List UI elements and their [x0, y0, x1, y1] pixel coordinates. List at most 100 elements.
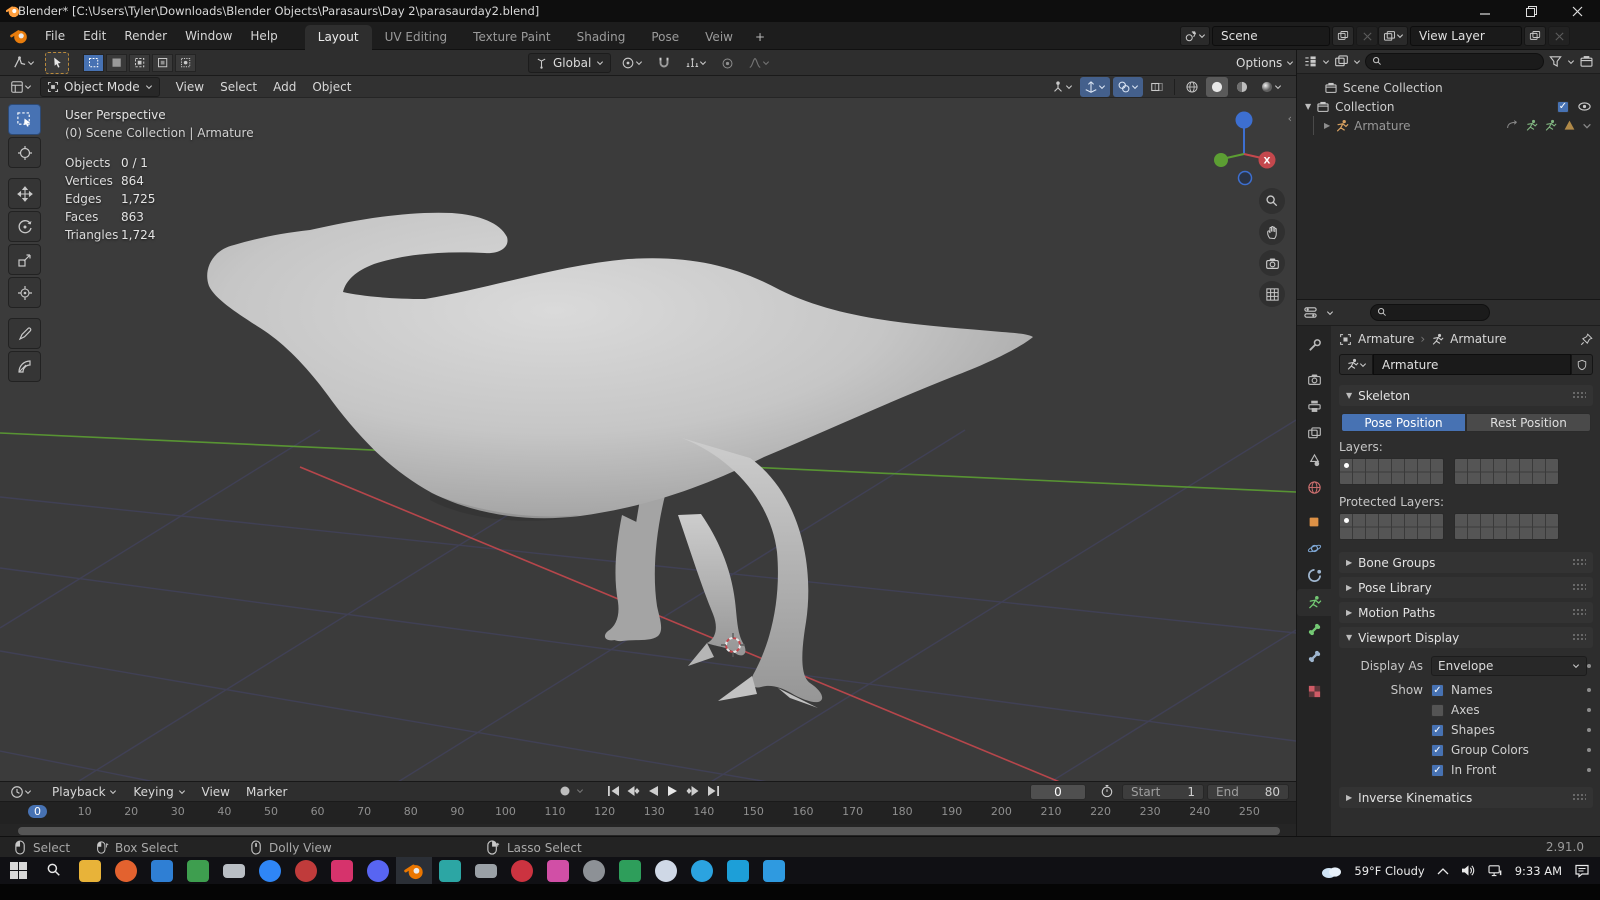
tool-move[interactable]: [8, 178, 41, 209]
panel-bone-groups[interactable]: ▶ Bone Groups: [1339, 552, 1593, 573]
taskbar-app-green[interactable]: [180, 857, 216, 884]
blender-logo-icon[interactable]: [10, 27, 28, 45]
view-layer-icon-button[interactable]: [1378, 26, 1408, 46]
maximize-button[interactable]: [1508, 0, 1554, 22]
tool-scale[interactable]: [8, 244, 41, 275]
tool-cursor[interactable]: [8, 137, 41, 168]
play-button[interactable]: [664, 783, 682, 799]
select-mode-tweak[interactable]: [83, 53, 104, 72]
animate-property-dot[interactable]: [1587, 664, 1591, 668]
checkbox-axes[interactable]: ✓: [1431, 703, 1444, 717]
timeline-editor-type-dropdown[interactable]: [6, 782, 36, 802]
rest-position-button[interactable]: Rest Position: [1466, 413, 1591, 432]
display-as-dropdown[interactable]: Envelope: [1431, 656, 1587, 676]
outliner-row-armature[interactable]: ▶ Armature: [1297, 116, 1600, 135]
current-frame-indicator[interactable]: 0: [28, 805, 47, 818]
options-dropdown[interactable]: Options: [1232, 53, 1298, 73]
tool-measure[interactable]: [8, 351, 41, 382]
frame-end-field[interactable]: End 80: [1207, 783, 1289, 800]
expand-triangle-icon[interactable]: ▶: [1324, 121, 1330, 130]
pin-icon[interactable]: [1580, 333, 1593, 346]
tool-annotate[interactable]: [8, 318, 41, 349]
taskbar-app-magenta[interactable]: [540, 857, 576, 884]
tab-object-data-armature[interactable]: [1297, 589, 1331, 616]
viewport-menu-object[interactable]: Object: [304, 77, 359, 97]
shading-wireframe-button[interactable]: [1181, 77, 1203, 97]
jump-to-prev-keyframe-button[interactable]: [624, 783, 642, 799]
timeline-menu-marker[interactable]: Marker: [238, 782, 295, 802]
new-view-layer-button[interactable]: [1524, 26, 1546, 46]
scene-name-field[interactable]: Scene: [1212, 26, 1330, 46]
taskbar-app-mail[interactable]: [144, 857, 180, 884]
overlays-dropdown[interactable]: [1113, 76, 1143, 97]
timeline-menu-keying[interactable]: Keying: [125, 782, 193, 802]
breadcrumb-data[interactable]: Armature: [1450, 332, 1506, 346]
tool-select-box[interactable]: [8, 104, 41, 135]
panel-skeleton[interactable]: ▼ Skeleton: [1339, 385, 1593, 406]
select-mode-lasso[interactable]: [152, 53, 173, 72]
tab-layout[interactable]: Layout: [304, 24, 372, 50]
zoom-button[interactable]: [1259, 188, 1285, 214]
new-scene-button[interactable]: [1332, 26, 1354, 46]
xray-toggle[interactable]: [1146, 77, 1168, 97]
transform-orientation-dropdown[interactable]: Global: [528, 53, 612, 73]
timeline-ruler[interactable]: 0 10 20 30 40 50 60 70 80 90 100 110 120…: [0, 801, 1296, 824]
tab-bone[interactable]: [1297, 616, 1331, 643]
close-button[interactable]: [1554, 0, 1600, 22]
viewport-menu-add[interactable]: Add: [265, 77, 304, 97]
taskbar-app-opera[interactable]: [504, 857, 540, 884]
auto-keying-button[interactable]: [556, 783, 574, 799]
tab-tool[interactable]: [1297, 332, 1331, 359]
taskbar-app-pink[interactable]: [324, 857, 360, 884]
menu-render[interactable]: Render: [115, 25, 176, 47]
taskbar-clock[interactable]: 9:33 AM: [1515, 864, 1562, 878]
pan-button[interactable]: [1259, 219, 1285, 245]
taskbar-app-blender-active[interactable]: [396, 857, 432, 884]
outliner-search-input[interactable]: [1365, 53, 1544, 70]
timeline-menu-playback[interactable]: Playback: [44, 782, 125, 802]
taskbar-app-file-explorer[interactable]: [72, 857, 108, 884]
chevron-down-icon[interactable]: [576, 787, 584, 795]
animate-property-dot[interactable]: [1587, 708, 1591, 712]
id-type-dropdown[interactable]: [1339, 354, 1373, 375]
gizmos-dropdown[interactable]: [1080, 76, 1110, 97]
checkbox-group-colors[interactable]: ✓: [1431, 743, 1444, 757]
tab-texture[interactable]: [1297, 678, 1331, 705]
protected-layers-grid-2[interactable]: [1454, 513, 1559, 540]
expand-triangle-icon[interactable]: ▼: [1305, 102, 1311, 111]
fake-user-shield-button[interactable]: [1571, 354, 1593, 375]
tool-transform[interactable]: [8, 277, 41, 308]
animate-property-dot[interactable]: [1587, 768, 1591, 772]
taskbar-search-button[interactable]: [36, 857, 72, 884]
tab-output[interactable]: [1297, 393, 1331, 420]
gizmo-z-axis[interactable]: [1235, 111, 1253, 129]
outliner-editor-icon[interactable]: [1303, 54, 1318, 69]
viewport-3d-canvas[interactable]: User Perspective (0) Scene Collection | …: [0, 98, 1296, 781]
animate-property-dot[interactable]: [1587, 748, 1591, 752]
tool-rotate[interactable]: [8, 211, 41, 242]
taskbar-weather[interactable]: 59°F Cloudy: [1354, 864, 1424, 878]
taskbar-app-browser-orange[interactable]: [108, 857, 144, 884]
outliner-row-collection[interactable]: ▼ Collection ✓: [1297, 97, 1600, 116]
scene-type-icon-button[interactable]: [1180, 26, 1210, 46]
camera-view-button[interactable]: [1259, 250, 1285, 276]
taskbar-app-messenger[interactable]: [252, 857, 288, 884]
select-mode-circle[interactable]: [129, 53, 150, 72]
collection-exclude-checkbox[interactable]: ✓: [1557, 100, 1569, 113]
checkbox-in-front[interactable]: ✓: [1431, 763, 1444, 777]
tab-view-layer[interactable]: [1297, 420, 1331, 447]
tab-world[interactable]: [1297, 474, 1331, 501]
filter-icon[interactable]: [1548, 54, 1563, 69]
properties-editor-icon[interactable]: [1303, 305, 1318, 320]
tray-expand-chevron-icon[interactable]: [1437, 867, 1449, 875]
taskbar-app-docker[interactable]: [720, 857, 756, 884]
taskbar-app-vscode[interactable]: [756, 857, 792, 884]
jump-to-end-button[interactable]: [704, 783, 722, 799]
taskbar-app-discord[interactable]: [360, 857, 396, 884]
object-visibility-dropdown[interactable]: [1047, 77, 1077, 97]
new-collection-icon[interactable]: [1579, 54, 1594, 69]
panel-pose-library[interactable]: ▶ Pose Library: [1339, 577, 1593, 598]
remove-view-layer-button[interactable]: [1548, 26, 1570, 46]
protected-layers-grid-1[interactable]: [1339, 513, 1444, 540]
animate-property-dot[interactable]: [1587, 688, 1591, 692]
